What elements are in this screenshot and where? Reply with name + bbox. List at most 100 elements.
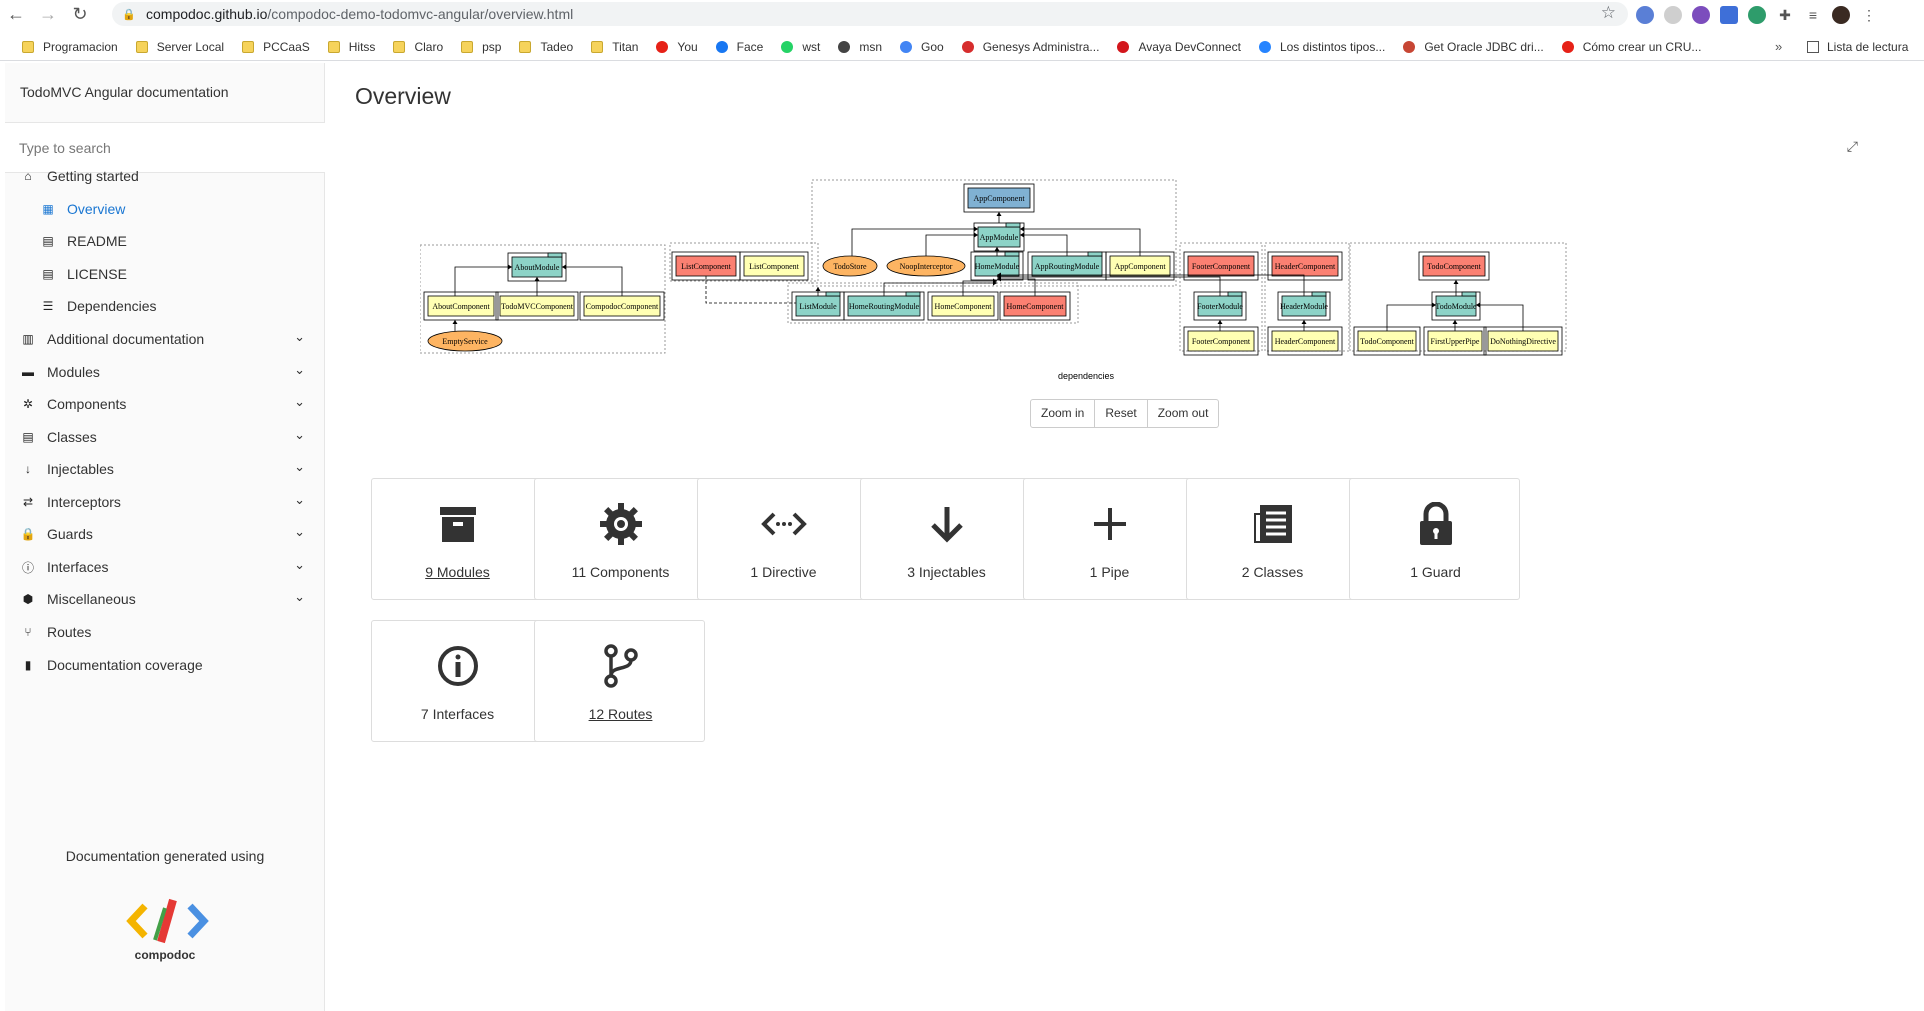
graph-node-export[interactable]: TodoComponent (1418, 251, 1490, 281)
chevron-down-icon[interactable]: ⌄ (294, 394, 305, 410)
graph-node-module[interactable]: HomeRoutingModule (843, 291, 925, 321)
sidebar-item-license[interactable]: ▤ LICENSE (5, 258, 325, 290)
extension-icon[interactable] (1748, 6, 1766, 24)
zoom-reset-button[interactable]: Reset (1095, 400, 1148, 427)
graph-node-injectable[interactable]: NoopInterceptor (886, 255, 966, 277)
zoom-in-button[interactable]: Zoom in (1031, 400, 1096, 427)
sidebar-item-interceptors[interactable]: ⇄ Interceptors ⌄ (5, 486, 325, 518)
extension-icon[interactable] (1636, 6, 1654, 24)
extension-icon[interactable] (1692, 6, 1710, 24)
chevron-down-icon[interactable]: ⌄ (294, 329, 305, 345)
card-link[interactable]: 9 Modules (372, 564, 543, 580)
sidebar-title[interactable]: TodoMVC Angular documentation (20, 84, 229, 100)
sidebar-item-injectables[interactable]: ↓ Injectables ⌄ (5, 453, 325, 485)
chevron-down-icon[interactable]: ⌄ (294, 557, 305, 573)
zoom-out-button[interactable]: Zoom out (1148, 400, 1219, 427)
graph-node-module[interactable]: ListModule (791, 291, 845, 321)
bookmark-item[interactable]: Cómo crear un CRU... (1561, 40, 1701, 54)
graph-node-export[interactable]: HeaderComponent (1267, 251, 1343, 281)
graph-node-module[interactable]: AppRoutingModule (1027, 251, 1107, 281)
graph-edge (1020, 234, 1068, 256)
graph-node-component[interactable]: HeaderComponent (1267, 326, 1343, 356)
graph-node-component[interactable]: ListComponent (739, 251, 809, 281)
graph-node-module[interactable]: FooterModule (1193, 291, 1247, 321)
bookmark-item[interactable]: Los distintos tipos... (1258, 40, 1385, 54)
sidebar-item-interfaces[interactable]: ⓘ Interfaces ⌄ (5, 551, 325, 583)
bookmark-star-icon[interactable]: ☆ (1601, 3, 1616, 23)
menu-kebab-icon[interactable]: ⋮ (1860, 6, 1878, 24)
bookmark-item[interactable]: Get Oracle JDBC dri... (1403, 40, 1544, 54)
sidebar-item-getting-started[interactable]: ⌂ Getting started (5, 160, 325, 192)
graph-node-module[interactable]: TodoModule (1431, 291, 1481, 321)
graph-node-export[interactable]: FooterComponent (1183, 251, 1259, 281)
sidebar-item-overview[interactable]: ▦ Overview (5, 193, 325, 225)
chevron-down-icon[interactable]: ⌄ (294, 589, 305, 605)
sidebar-item-classes[interactable]: ▤ Classes ⌄ (5, 421, 325, 453)
compodoc-logo[interactable] (125, 896, 210, 951)
sidebar-item-readme[interactable]: ▤ README (5, 225, 325, 257)
graph-node-module[interactable]: HeaderModule (1277, 291, 1331, 321)
sidebar-item-components[interactable]: ✲ Components ⌄ (5, 388, 325, 420)
reading-list-icon[interactable]: ≡ (1804, 6, 1822, 24)
reading-list-button[interactable]: Lista de lectura (1807, 40, 1908, 54)
graph-node-component[interactable]: AboutComponent (423, 291, 499, 321)
address-bar[interactable]: 🔒 compodoc.github.io/compodoc-demo-todom… (112, 2, 1628, 26)
graph-node-component[interactable]: HomeComponent (927, 291, 999, 321)
sidebar-item-guards[interactable]: 🔒 Guards ⌄ (5, 518, 325, 550)
bookmark-item[interactable]: wst (781, 40, 820, 54)
bookmark-item[interactable]: Claro (393, 40, 443, 54)
graph-node-component[interactable]: FirstUpperPipe (1423, 326, 1487, 356)
graph-node-injectable[interactable]: EmptyService (427, 330, 503, 352)
bookmark-item[interactable]: Titan (591, 40, 638, 54)
graph-node-component[interactable]: AppComponent (1105, 251, 1175, 281)
chevron-down-icon[interactable]: ⌄ (294, 362, 305, 378)
sidebar-item-miscellaneous[interactable]: ⬢ Miscellaneous ⌄ (5, 583, 325, 615)
bookmark-item[interactable]: Avaya DevConnect (1117, 40, 1241, 54)
chevron-down-icon[interactable]: ⌄ (294, 427, 305, 443)
extension-icon[interactable] (1720, 6, 1738, 24)
graph-node-module[interactable]: HomeModule (970, 251, 1024, 281)
card-link[interactable]: 12 Routes (535, 706, 706, 722)
bookmark-item[interactable]: Goo (900, 40, 944, 54)
forward-icon[interactable]: → (32, 0, 64, 29)
graph-node-label: HeaderComponent (1275, 262, 1336, 271)
graph-node-component[interactable]: FooterComponent (1183, 326, 1259, 356)
bookmark-item[interactable]: psp (461, 40, 501, 54)
graph-node-module[interactable]: AppModule (973, 222, 1025, 252)
bookmark-item[interactable]: msn (838, 40, 882, 54)
graph-node-component[interactable]: DoNothingDirective (1483, 326, 1563, 356)
overview-card-routes[interactable]: 12 Routes (534, 620, 705, 742)
graph-node-module[interactable]: AboutModule (507, 252, 567, 282)
back-icon[interactable]: ← (0, 0, 32, 29)
graph-node-component[interactable]: TodoComponent (1353, 326, 1421, 356)
bookmark-item[interactable]: Server Local (135, 40, 224, 54)
lock-icon[interactable]: 🔒 (122, 8, 136, 21)
bookmarks-more-icon[interactable]: » (1775, 39, 1782, 54)
reload-icon[interactable]: ↻ (64, 0, 96, 29)
sidebar-item-routes[interactable]: ⑂ Routes (5, 616, 325, 648)
graph-node-component[interactable]: TodoMVCComponent (495, 291, 579, 321)
chevron-down-icon[interactable]: ⌄ (294, 459, 305, 475)
graph-node-bootstrap[interactable]: AppComponent (963, 183, 1035, 213)
bookmark-item[interactable]: Face (715, 40, 763, 54)
avatar[interactable] (1832, 6, 1850, 24)
sidebar-item-modules[interactable]: ▬ Modules ⌄ (5, 356, 325, 388)
bookmark-item[interactable]: Programacion (22, 40, 118, 54)
bookmark-item[interactable]: Tadeo (519, 40, 573, 54)
extension-icon[interactable] (1664, 6, 1682, 24)
bookmark-item[interactable]: PCCaaS (242, 40, 310, 54)
graph-node-export[interactable]: HomeComponent (999, 291, 1071, 321)
sidebar-item-dependencies[interactable]: ☰ Dependencies (5, 290, 325, 322)
bookmark-item[interactable]: You (656, 40, 698, 54)
graph-node-export[interactable]: ListComponent (671, 251, 741, 281)
bookmark-item[interactable]: Hitss (327, 40, 375, 54)
sidebar-item-documentation-coverage[interactable]: ▮ Documentation coverage (5, 649, 325, 681)
sidebar-item-additional-documentation[interactable]: ▥ Additional documentation ⌄ (5, 323, 325, 355)
chevron-down-icon[interactable]: ⌄ (294, 524, 305, 540)
graph-node-injectable[interactable]: TodoStore (822, 255, 878, 277)
puzzle-icon[interactable]: ✚ (1776, 6, 1794, 24)
overview-card-modules[interactable]: 9 Modules (371, 478, 542, 600)
bookmark-item[interactable]: Genesys Administra... (961, 40, 1099, 54)
chevron-down-icon[interactable]: ⌄ (294, 492, 305, 508)
graph-node-component[interactable]: CompodocComponent (579, 291, 665, 321)
